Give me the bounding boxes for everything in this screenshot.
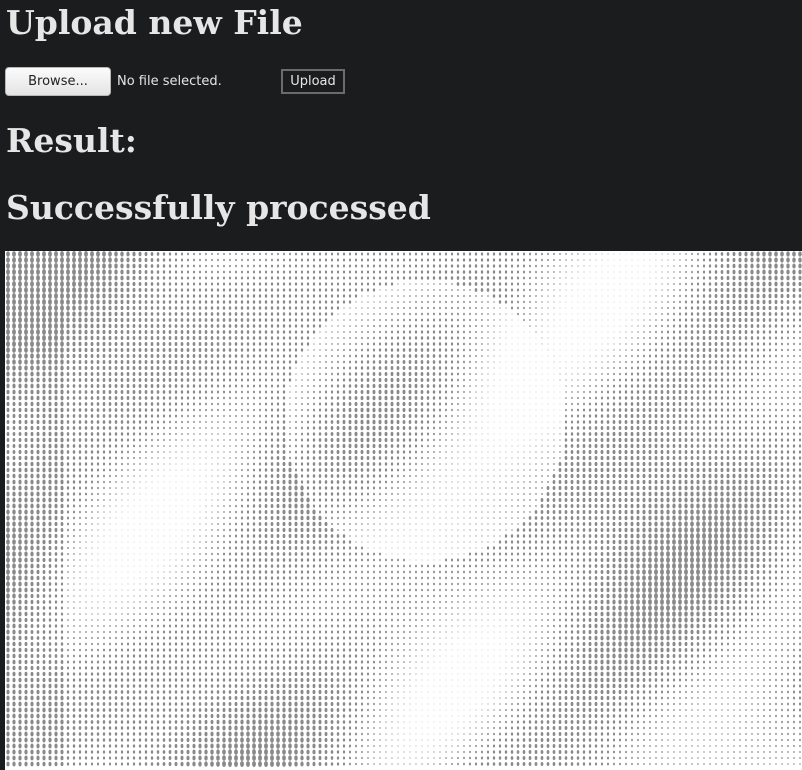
result-image	[5, 251, 802, 770]
status-message: Successfully processed	[6, 188, 431, 227]
upload-form: Browse... No file selected. Upload	[5, 67, 365, 97]
upload-button[interactable]: Upload	[281, 69, 345, 94]
page-title: Upload new File	[6, 3, 303, 42]
result-heading: Result:	[6, 121, 137, 160]
upload-page: Upload new File Browse... No file select…	[0, 0, 802, 770]
browse-button[interactable]: Browse...	[5, 67, 111, 96]
halftone-dot-pattern-image	[5, 251, 802, 770]
file-status-text: No file selected.	[117, 74, 222, 89]
